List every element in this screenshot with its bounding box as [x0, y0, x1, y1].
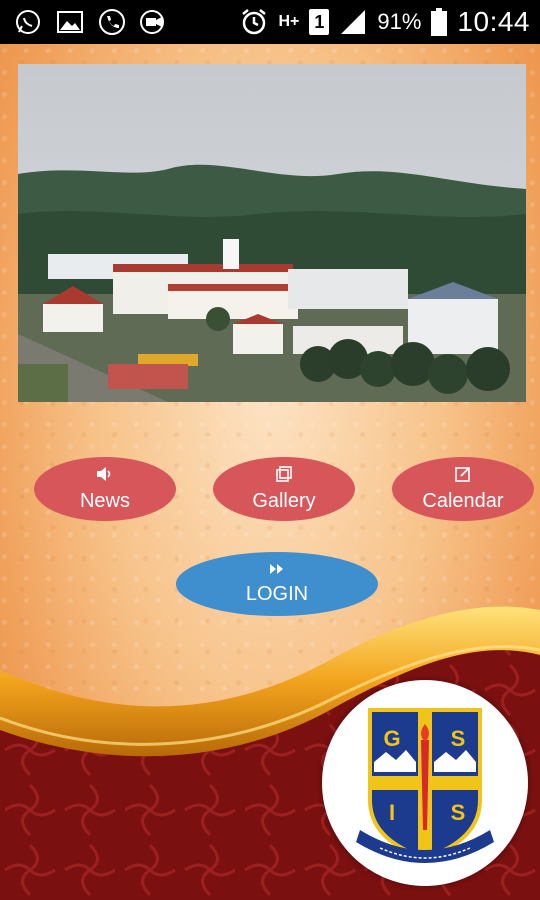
whatsapp-icon [16, 10, 40, 34]
campus-photo [18, 64, 526, 402]
battery-percent: 91% [377, 9, 422, 34]
gallery-squares-icon [275, 465, 293, 486]
school-logo: G S I S [322, 680, 528, 886]
alarm-icon [242, 9, 267, 35]
status-bar: H+ 1 91% 10:44 [0, 0, 540, 44]
clock: 10:44 [457, 6, 530, 37]
news-button[interactable]: News [34, 457, 176, 521]
crest-letter-s2: S [451, 800, 466, 825]
calendar-button-label: Calendar [422, 489, 504, 512]
crest-letter-s1: S [451, 726, 466, 751]
notification-icons [14, 8, 168, 36]
gallery-icon [57, 11, 83, 33]
crest-letter-g: G [383, 726, 400, 751]
system-indicators: H+ 1 91% 10:44 [240, 6, 530, 38]
school-crest-icon: G S I S [356, 708, 494, 863]
battery-icon [431, 8, 448, 36]
sim-icon: 1 [309, 9, 330, 35]
fast-forward-icon [269, 563, 285, 579]
sim-number: 1 [314, 12, 325, 32]
login-button[interactable]: LOGIN [176, 552, 378, 616]
speaker-icon [96, 466, 114, 486]
phone-icon [99, 9, 125, 35]
calendar-button[interactable]: Calendar [392, 457, 534, 521]
signal-icon [341, 10, 366, 34]
network-type-label: H+ [278, 13, 300, 30]
crest-letter-i: I [389, 800, 395, 825]
edit-calendar-icon [454, 466, 472, 486]
login-button-label: LOGIN [245, 582, 309, 605]
gallery-button-label: Gallery [252, 489, 316, 512]
gallery-button[interactable]: Gallery [213, 457, 355, 521]
video-camera-icon [140, 10, 164, 34]
school-campus-image [18, 64, 526, 402]
news-button-label: News [79, 489, 130, 512]
